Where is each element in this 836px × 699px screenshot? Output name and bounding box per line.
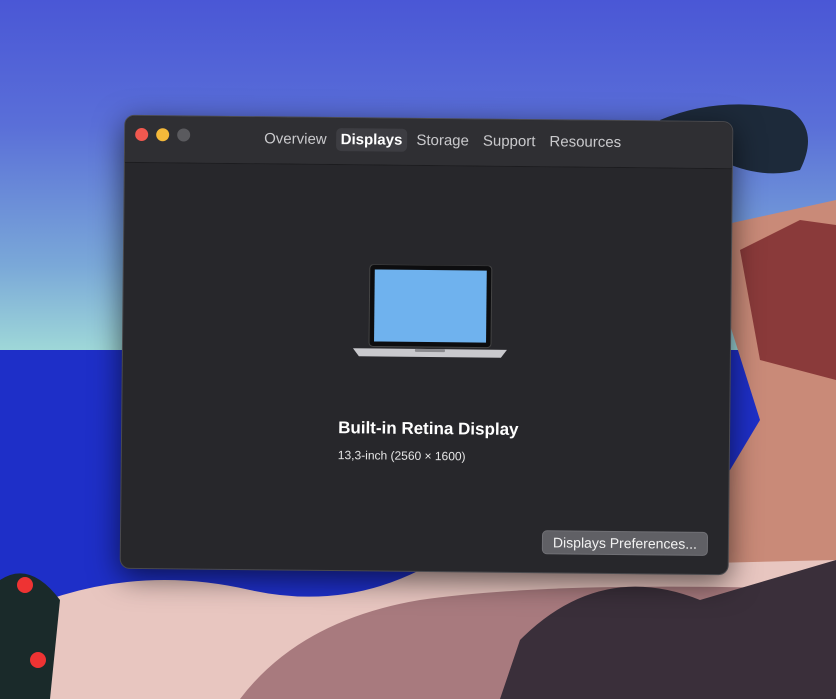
minimize-button[interactable]	[156, 128, 170, 142]
display-details: 13,3-inch (2560 × 1600)	[337, 448, 466, 464]
tab-displays[interactable]: Displays	[335, 128, 408, 152]
about-this-mac-window: Overview Displays Storage Support Resour…	[119, 114, 734, 576]
tab-overview[interactable]: Overview	[259, 127, 332, 151]
displays-preferences-button[interactable]: Displays Preferences...	[541, 530, 709, 556]
tab-support[interactable]: Support	[478, 130, 541, 154]
title-bar: Overview Displays Storage Support Resour…	[124, 115, 733, 170]
tab-resources[interactable]: Resources	[544, 130, 626, 154]
display-name: Built-in Retina Display	[338, 418, 519, 439]
tab-bar: Overview Displays Storage Support Resour…	[259, 127, 626, 154]
laptop-display-icon	[352, 264, 507, 358]
close-button[interactable]	[135, 127, 149, 142]
tab-storage[interactable]: Storage	[411, 129, 474, 153]
zoom-button[interactable]	[177, 128, 191, 142]
